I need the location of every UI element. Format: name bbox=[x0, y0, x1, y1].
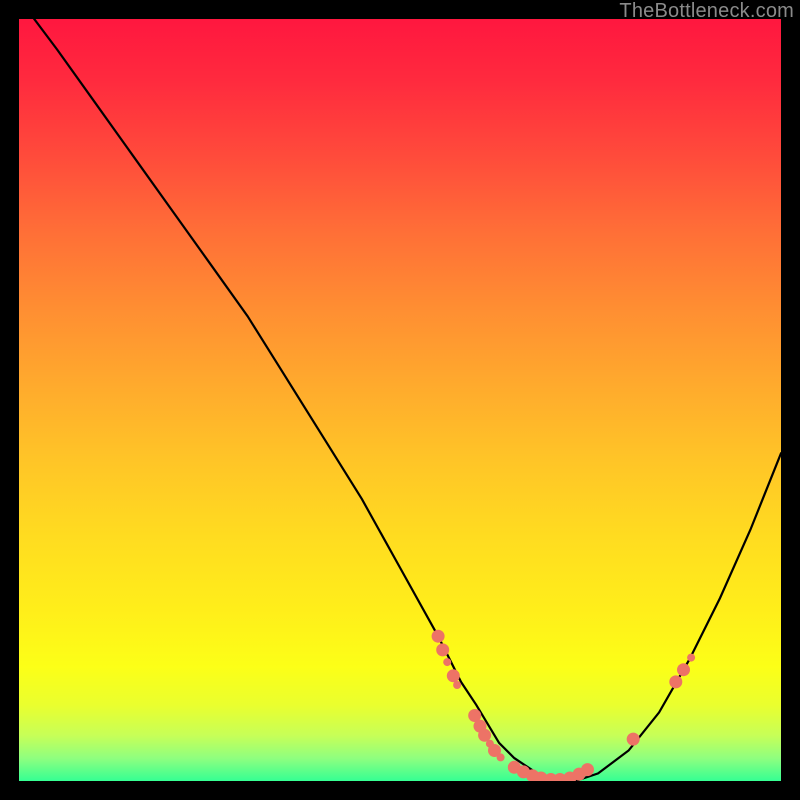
curve-marker bbox=[497, 753, 505, 761]
curve-marker bbox=[677, 663, 690, 676]
curve-marker bbox=[627, 733, 640, 746]
curve-marker bbox=[443, 658, 451, 666]
curve-marker bbox=[432, 630, 445, 643]
bottleneck-curve bbox=[34, 19, 781, 781]
curve-marker bbox=[436, 643, 449, 656]
chart-plot-area bbox=[19, 19, 781, 781]
curve-marker bbox=[447, 669, 460, 682]
curve-markers bbox=[432, 630, 695, 781]
curve-marker bbox=[687, 654, 695, 662]
curve-marker bbox=[453, 681, 461, 689]
chart-svg bbox=[19, 19, 781, 781]
curve-marker bbox=[669, 675, 682, 688]
watermark-text: TheBottleneck.com bbox=[619, 0, 794, 23]
curve-marker bbox=[581, 763, 594, 776]
